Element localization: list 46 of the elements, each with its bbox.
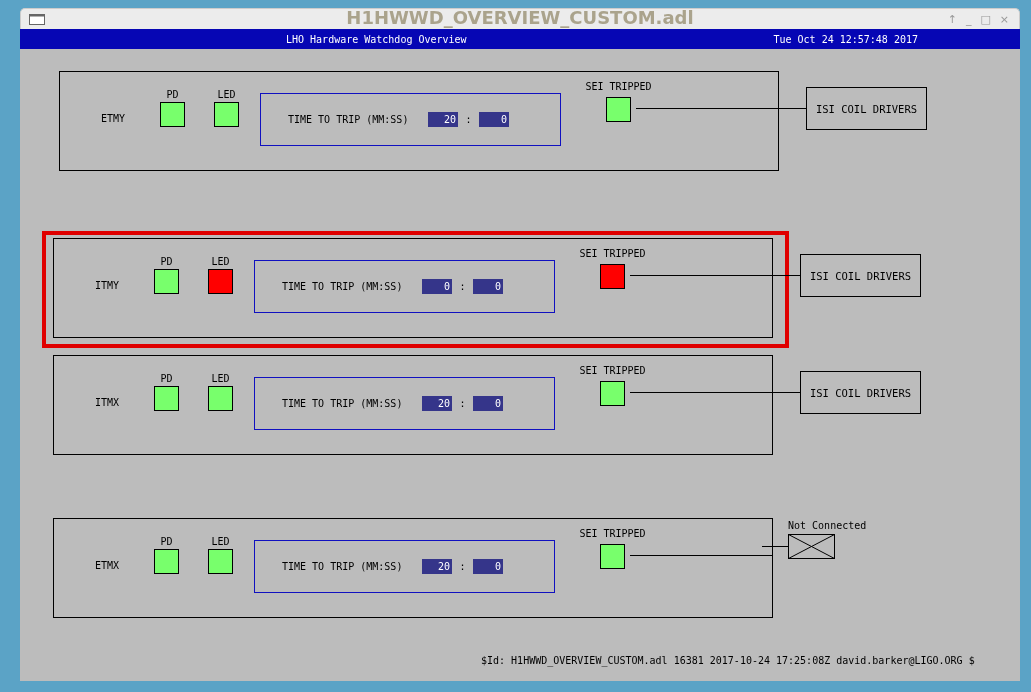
seconds-readout: 0 [473,396,503,411]
window-control[interactable]: ↑ [947,12,957,26]
indicator-label: PD [160,256,173,269]
date-time: Tue Oct 24 12:57:48 2017 [773,33,918,45]
timer-label: TIME TO TRIP (MM:SS) [282,561,404,572]
indicator-label: LED [211,256,230,269]
time-separator: : [458,398,467,409]
time-separator: : [458,281,467,292]
seconds-readout: 0 [479,112,509,127]
station-name: ETMY [101,113,127,124]
window-control[interactable]: _ [965,12,972,26]
indicator-label: LED [211,373,230,386]
not-connected-label: Not Connected [788,520,867,532]
indicator-label: LED [217,89,236,102]
window-control[interactable]: □ [980,12,991,26]
station-name: ETMX [95,560,121,571]
coil-drivers-button[interactable]: ISI COIL DRIVERS [800,371,921,414]
window-control[interactable]: × [999,12,1009,26]
time-separator: : [464,114,473,125]
disconnected-icon [788,534,835,559]
window-title: H1HWWD_OVERVIEW_CUSTOM.adl [346,7,694,28]
station-name: ITMY [95,280,121,291]
revision-id-text: $Id: H1HWWD_OVERVIEW_CUSTOM.adl 16381 2017-10-24 17:25:08Z david.barker@LIGO.ORG $ [481,655,975,666]
time-separator: : [458,561,467,572]
sei-label: SEI TRIPPED [579,248,646,261]
indicator-label: LED [211,536,230,549]
minutes-readout: 20 [422,396,452,411]
indicator-label: PD [160,373,173,386]
coil-drivers-button[interactable]: ISI COIL DRIVERS [800,254,921,297]
sei-label: SEI TRIPPED [579,365,646,378]
timer-label: TIME TO TRIP (MM:SS) [282,398,404,409]
timer-label: TIME TO TRIP (MM:SS) [288,114,410,125]
timer-label: TIME TO TRIP (MM:SS) [282,281,404,292]
station-name: ITMX [95,397,121,408]
minutes-readout: 20 [428,112,458,127]
minutes-readout: 0 [422,279,452,294]
coil-drivers-button[interactable]: ISI COIL DRIVERS [806,87,927,130]
sei-label: SEI TRIPPED [585,81,652,94]
sei-label: SEI TRIPPED [579,528,646,541]
seconds-readout: 0 [473,559,503,574]
window-icon [29,13,45,25]
seconds-readout: 0 [473,279,503,294]
indicator-label: PD [160,536,173,549]
header-title: LHO Hardware Watchdog Overview [286,33,467,45]
minutes-readout: 20 [422,559,452,574]
indicator-label: PD [166,89,179,102]
